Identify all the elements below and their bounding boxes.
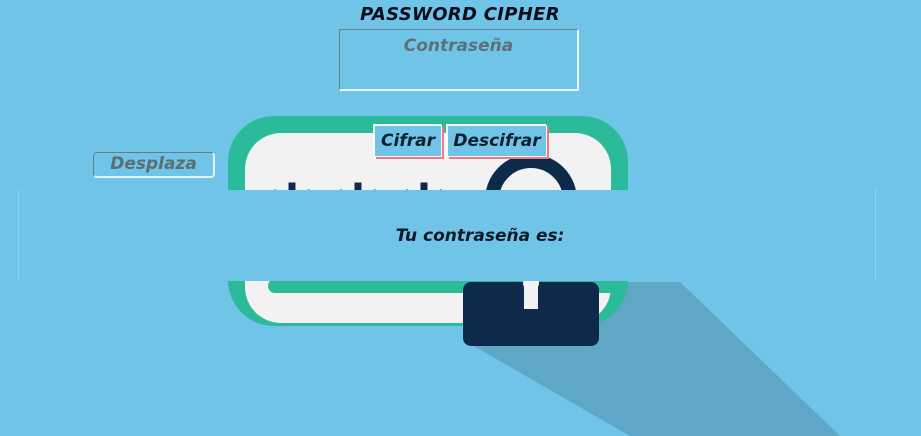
result-label: Tu contraseña es: xyxy=(395,226,565,246)
password-input[interactable] xyxy=(339,29,579,91)
decrypt-button[interactable]: Descifrar xyxy=(447,125,547,157)
encrypt-button[interactable]: Cifrar xyxy=(374,125,442,157)
shift-slider[interactable]: Desplaza xyxy=(93,152,215,178)
app-title: PASSWORD CIPHER xyxy=(360,4,560,25)
